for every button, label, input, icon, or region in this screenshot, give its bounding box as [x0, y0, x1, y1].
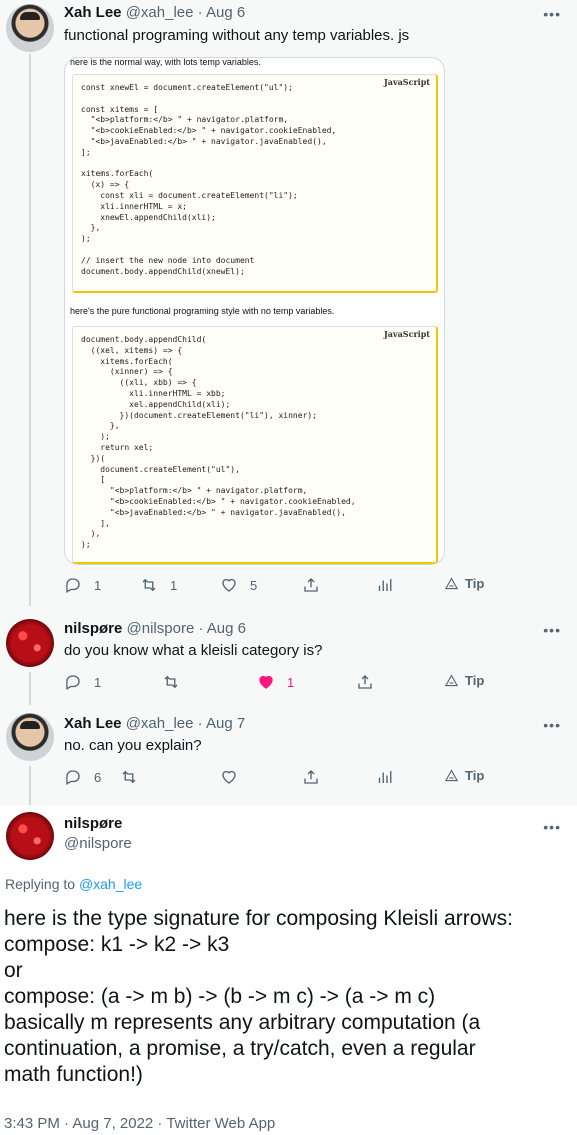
share-button[interactable] [356, 673, 374, 691]
retweet-count: 1 [170, 577, 178, 593]
share-button[interactable] [302, 576, 320, 594]
tip-label: Tip [465, 576, 485, 591]
tip-label: Tip [465, 673, 485, 688]
tweet-text: do you know what a kleisli category is? [64, 642, 323, 659]
display-name[interactable]: nilspøre [64, 815, 122, 832]
code-language: JavaScript [384, 77, 430, 87]
avatar[interactable] [6, 4, 54, 52]
retweet-icon [142, 578, 156, 592]
heart-icon [259, 675, 273, 689]
text-line: here is the type signature for composing… [4, 907, 513, 930]
date[interactable]: · Aug 7 [198, 715, 246, 732]
analytics-icon [378, 579, 392, 591]
code-caption: here is the normal way, with lots temp v… [70, 57, 261, 67]
date[interactable]: · Aug 6 [198, 620, 246, 637]
code-caption: here's the pure functional programing st… [70, 306, 335, 316]
date[interactable]: · Aug 6 [198, 4, 246, 21]
tweet-2[interactable]: nilspøre @nilspore · Aug 6 ••• do you kn… [0, 606, 577, 705]
text-line: continuation, a promise, a try/catch, ev… [4, 1037, 476, 1060]
share-icon [304, 770, 318, 784]
handle[interactable]: @xah_lee [126, 4, 194, 21]
avatar[interactable] [6, 619, 54, 667]
analytics-button[interactable] [375, 768, 393, 786]
display-name[interactable]: Xah Lee [64, 715, 122, 732]
thread-line [29, 766, 31, 805]
reply-button[interactable]: 1 [64, 673, 101, 691]
text-line: math function!) [4, 1063, 143, 1086]
action-bar: 1 1 5 Tip [64, 576, 484, 596]
text-line: compose: (a -> m b) -> (b -> m c) -> (a … [4, 985, 436, 1008]
handle[interactable]: @xah_lee [126, 715, 194, 732]
like-count: 5 [250, 577, 258, 593]
share-icon [358, 675, 372, 689]
tweet-header: nilspøre @nilspore · Aug 6 [64, 620, 246, 637]
display-name[interactable]: nilspøre [64, 620, 122, 637]
like-button[interactable]: 1 [257, 673, 294, 691]
replying-to-link[interactable]: @xah_lee [79, 876, 142, 892]
heart-icon [222, 770, 236, 784]
text-line: basically m represents any arbitrary com… [4, 1011, 481, 1034]
tip-button[interactable]: Tip [444, 576, 484, 591]
like-count: 1 [287, 674, 295, 690]
heart-icon [222, 578, 236, 592]
replying-to: Replying to @xah_lee [5, 876, 143, 892]
more-icon[interactable]: ••• [543, 622, 561, 638]
action-bar: 6 Tip [64, 768, 484, 788]
tweet-text: functional programing without any temp v… [64, 27, 410, 44]
more-icon[interactable]: ••• [543, 717, 561, 733]
handle[interactable]: @nilspore [127, 620, 195, 637]
tweet-text: no. can you explain? [64, 737, 202, 754]
tweet-3[interactable]: Xah Lee @xah_lee · Aug 7 ••• no. can you… [0, 705, 577, 805]
more-icon[interactable]: ••• [543, 819, 561, 835]
avatar[interactable] [6, 713, 54, 761]
code-block: JavaScript const xnewEl = document.creat… [72, 74, 438, 293]
tweet-header: Xah Lee @xah_lee · Aug 7 [64, 715, 245, 732]
tip-button[interactable]: Tip [444, 768, 484, 783]
code-language: JavaScript [384, 329, 430, 339]
analytics-button[interactable] [375, 576, 393, 594]
thread-line [29, 54, 31, 606]
reply-button[interactable]: 1 [64, 576, 101, 594]
more-icon[interactable]: ••• [543, 6, 561, 22]
retweet-button[interactable]: 1 [140, 576, 177, 594]
reply-icon [66, 770, 80, 785]
reply-count: 6 [94, 769, 102, 785]
share-button[interactable] [302, 768, 320, 786]
main-tweet-text: here is the type signature for composing… [4, 906, 574, 1088]
avatar[interactable] [6, 812, 54, 860]
action-bar: 1 1 Tip [64, 673, 484, 693]
reply-icon [66, 675, 80, 690]
retweet-button[interactable] [162, 673, 180, 691]
like-button[interactable] [220, 768, 238, 786]
thread-line [29, 672, 31, 705]
tip-icon [444, 769, 459, 782]
timestamp[interactable]: 3:43 PM · Aug 7, 2022 · Twitter Web App [4, 1115, 275, 1132]
tip-icon [444, 577, 459, 590]
code-text: const xnewEl = document.createElement("u… [81, 83, 337, 276]
text-line: compose: k1 -> k2 -> k3 [4, 933, 230, 956]
retweet-button[interactable] [120, 768, 138, 786]
tweet-header: Xah Lee @xah_lee · Aug 6 [64, 4, 245, 21]
share-icon [304, 578, 318, 592]
analytics-icon [378, 771, 392, 783]
retweet-icon [122, 770, 136, 784]
tip-button[interactable]: Tip [444, 673, 484, 688]
display-name[interactable]: Xah Lee [64, 4, 122, 21]
like-button[interactable]: 5 [220, 576, 257, 594]
code-text: document.body.appendChild( ((xel, xitems… [81, 335, 356, 550]
tweet-media[interactable]: here is the normal way, with lots temp v… [64, 57, 445, 565]
code-block: JavaScript document.body.appendChild( ((… [72, 326, 438, 564]
tip-label: Tip [465, 768, 485, 783]
text-line: or [4, 959, 23, 982]
tweet-1[interactable]: Xah Lee @xah_lee · Aug 6 ••• functional … [0, 0, 577, 606]
reply-count: 1 [94, 674, 102, 690]
reply-icon [66, 578, 80, 593]
reply-count: 1 [94, 577, 102, 593]
reply-button[interactable]: 6 [64, 768, 101, 786]
retweet-icon [164, 675, 178, 689]
tip-icon [444, 674, 459, 687]
handle[interactable]: @nilspore [64, 835, 132, 852]
